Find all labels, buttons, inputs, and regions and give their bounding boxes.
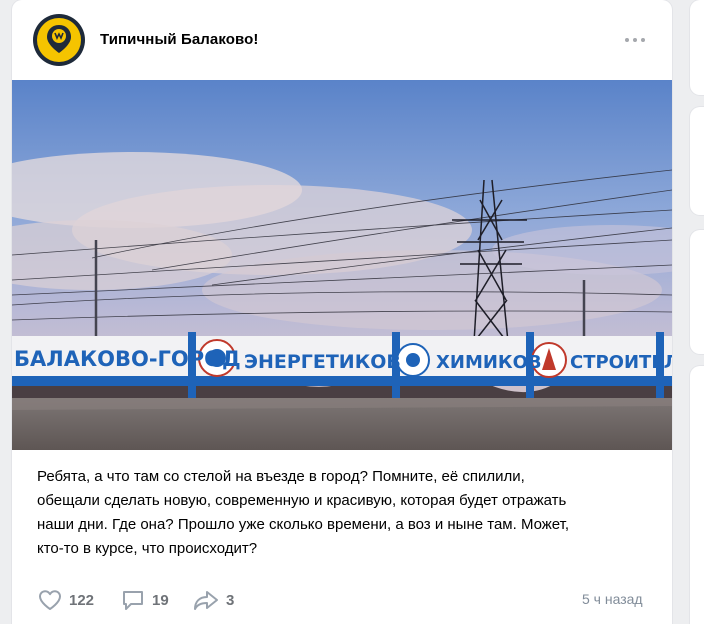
like-count: 122 [69,591,95,609]
group-name[interactable]: Типичный Балаково! [100,31,259,48]
heart-icon [39,590,61,610]
side-panel [690,0,704,95]
post-time[interactable]: 5 ч назад [582,591,643,607]
side-panel [690,107,704,215]
post-text-line: Ребята, а что там со стелой на въезде в … [37,468,525,485]
comment-icon [123,591,143,610]
share-arrow-icon [194,591,218,610]
post-text-line: наши дни. Где она? Прошло уже сколько вр… [37,516,570,533]
comment-button[interactable]: 19 [120,585,169,615]
side-panel [690,366,704,624]
sign-text-4: СТРОИТЕЛЕЙ [570,351,672,373]
post-header: Типичный Балаково! [12,0,672,80]
feed-page: Типичный Балаково! БАЛАКОВО-ГОРОД ЭНЕРГЕ… [0,0,704,624]
photo-city-entrance-sign: БАЛАКОВО-ГОРОД ЭНЕРГЕТИКОВ ХИМИКОВ СТРОИ… [12,80,672,450]
sign-text-2: ЭНЕРГЕТИКОВ [244,351,401,373]
share-count: 3 [226,591,235,609]
side-panel [690,230,704,354]
group-avatar[interactable] [33,14,85,66]
share-button[interactable]: 3 [192,585,234,615]
post-card: Типичный Балаково! БАЛАКОВО-ГОРОД ЭНЕРГЕ… [12,0,672,624]
group-logo-icon [47,25,71,53]
post-text-line: кто-то в курсе, что происходит? [37,540,258,557]
post-footer: 122 19 3 5 ч назад [12,585,672,615]
comment-count: 19 [152,591,169,609]
like-button[interactable]: 122 [37,585,94,615]
post-photo[interactable]: БАЛАКОВО-ГОРОД ЭНЕРГЕТИКОВ ХИМИКОВ СТРОИ… [12,80,672,450]
sign-text-1: БАЛАКОВО-ГОРОД [14,347,241,371]
more-dots-icon[interactable] [624,33,648,47]
post-text-line: обещали сделать новую, современную и кра… [37,492,567,509]
sign-text-3: ХИМИКОВ [436,352,542,373]
post-text: Ребята, а что там со стелой на въезде в … [37,465,657,561]
